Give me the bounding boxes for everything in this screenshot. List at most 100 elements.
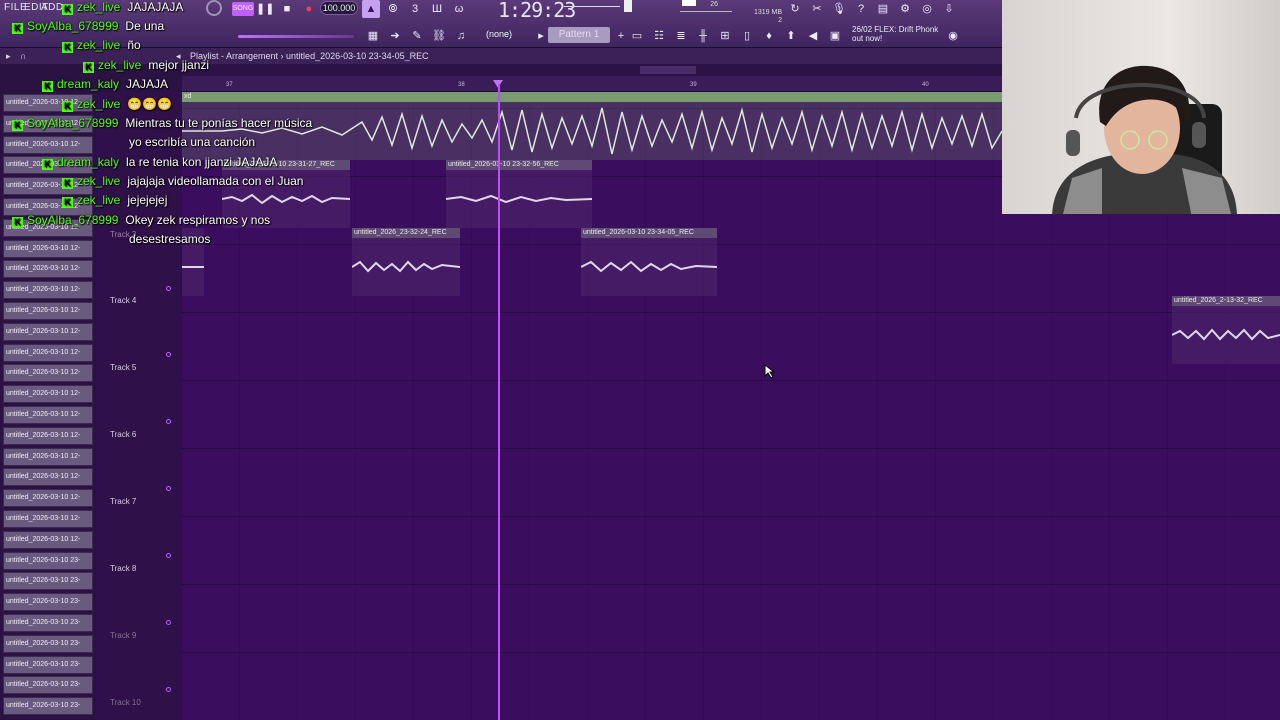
browser-file-item[interactable]: untitled_2026-03-10 12-	[3, 218, 93, 237]
track-mute-dot[interactable]	[166, 419, 171, 424]
speaker-icon[interactable]: ◀	[804, 27, 822, 45]
mixer-icon[interactable]: ≣	[672, 27, 690, 45]
news-ticker[interactable]: 26/02 FLEX: Drift Phonk out now!	[852, 25, 938, 43]
playlist-icon[interactable]: ▭	[628, 27, 646, 45]
typing-keyboard-icon[interactable]: ♫	[452, 27, 470, 45]
link-icon[interactable]: ⛓	[430, 27, 448, 45]
track-label[interactable]: Track 3	[110, 230, 136, 239]
window-options-icon[interactable]: ◂	[176, 48, 181, 64]
track-label[interactable]: Track 4	[110, 296, 136, 305]
pause-button[interactable]: ❚❚	[256, 0, 274, 18]
channel-rack-icon[interactable]: ☷	[650, 27, 668, 45]
song-mode-toggle[interactable]: SONG	[232, 2, 254, 16]
track-mute-dot[interactable]	[166, 553, 171, 558]
channel-target-select[interactable]: (none)	[486, 29, 512, 39]
audio-clip[interactable]: untitled_2026-03-10 23-34-05_REC	[581, 228, 717, 296]
chevron-right-icon[interactable]: ▸	[6, 48, 11, 64]
browser-file-item[interactable]: untitled_2026-03-10 12-	[3, 447, 93, 466]
track-label[interactable]: Track 5	[110, 363, 136, 372]
browser-file-item[interactable]: untitled_2026-03-10 12-	[3, 385, 93, 404]
audio-clip[interactable]	[182, 228, 204, 296]
browser-file-item[interactable]: untitled_2026-03-10 12-	[3, 468, 93, 487]
track-headers: Track 3 Track 4 Track 5 Track 6 Track 7 …	[104, 92, 180, 720]
audio-clip[interactable]: untitled_2026_23-32-24_REC	[352, 228, 460, 296]
bar-number: 39	[690, 82, 697, 88]
audio-clip[interactable]: xd	[182, 92, 1002, 160]
track-label[interactable]: Track 10	[110, 698, 141, 707]
main-volume-knob[interactable]	[206, 0, 222, 16]
track-label[interactable]: Track 6	[110, 430, 136, 439]
track-label[interactable]: Track 8	[110, 564, 136, 573]
browser-file-item[interactable]: untitled_2026-03-10 23-	[3, 593, 93, 612]
browser-file-item[interactable]: untitled_2026-03-10 12-	[3, 135, 93, 154]
menu-add[interactable]: ADD	[41, 2, 64, 13]
tempo-display[interactable]: 100.000	[320, 1, 358, 15]
step-edit-icon[interactable]: Ш	[428, 0, 446, 18]
shop-icon[interactable]: ▣	[826, 27, 844, 45]
browser-file-item[interactable]: untitled_2026-03-10 12-	[3, 260, 93, 279]
browser-file-item[interactable]: untitled_2026-03-10 23-	[3, 572, 93, 591]
audio-clip[interactable]: untitled_2026_2-13-32_REC	[1172, 296, 1280, 364]
save-icon[interactable]: ▤	[874, 0, 892, 18]
browser-file-item[interactable]: untitled_2026-03-10 12-	[3, 156, 93, 175]
pattern-selector[interactable]: Pattern 1	[548, 27, 610, 43]
help-icon[interactable]: ?	[852, 0, 870, 18]
pencil-icon[interactable]: ✎	[408, 27, 426, 45]
browser-file-item[interactable]: untitled_2026-03-10 12-	[3, 114, 93, 133]
track-mute-dot[interactable]	[166, 620, 171, 625]
track-mute-dot[interactable]	[166, 352, 171, 357]
download-icon[interactable]: ⇩	[940, 0, 958, 18]
track-mute-dot[interactable]	[166, 286, 171, 291]
faders-icon[interactable]: ╫	[694, 27, 712, 45]
piano-roll-icon[interactable]: ▦	[364, 27, 382, 45]
browser-file-item[interactable]: untitled_2026-03-10 12-	[3, 406, 93, 424]
pick-icon[interactable]: ⬆	[782, 27, 800, 45]
browser-file-item[interactable]: untitled_2026-03-10 23-	[3, 676, 93, 695]
song-position-display[interactable]: 1:29:23	[498, 0, 576, 22]
loop-record-icon[interactable]: ω	[450, 0, 468, 18]
browser-file-item[interactable]: untitled_2026-03-10 12-	[3, 239, 93, 258]
browser-file-item[interactable]: untitled_2026-03-10 23-	[3, 614, 93, 632]
scrollbar-thumb[interactable]	[640, 66, 696, 74]
browser-file-item[interactable]: untitled_2026-03-10 12-	[3, 177, 93, 196]
browser-file-item[interactable]: untitled_2026-03-10 12-	[3, 322, 93, 341]
browser-file-item[interactable]: untitled_2026-03-10 12-	[3, 343, 93, 362]
browser-file-item[interactable]: untitled_2026-03-10 23-	[3, 551, 93, 570]
browser-file-item[interactable]: untitled_2026-03-10 12-	[3, 426, 93, 445]
browser-file-item[interactable]: untitled_2026-03-10 12-	[3, 364, 93, 383]
track-label[interactable]: Track 9	[110, 631, 136, 640]
master-pitch-slider[interactable]	[238, 35, 354, 38]
magnet-icon[interactable]: ∩	[20, 48, 26, 64]
globe-icon[interactable]: ◉	[944, 27, 962, 45]
browser-file-item[interactable]: untitled_2026-03-10 23-	[3, 655, 93, 674]
browser-icon[interactable]: ⊞	[716, 27, 734, 45]
browser-file-item[interactable]: untitled_2026-03-10 12-	[3, 510, 93, 528]
browser-file-item[interactable]: untitled_2026-03-10 23-	[3, 634, 93, 653]
play-arrow-icon[interactable]: ➔	[386, 27, 404, 45]
record-button[interactable]: ●	[300, 0, 318, 18]
track-mute-dot[interactable]	[166, 486, 171, 491]
tools-icon[interactable]: ✂	[808, 0, 826, 18]
countdown-icon[interactable]: 3	[406, 0, 424, 18]
chat-icon[interactable]: ◎	[918, 0, 936, 18]
microphone-icon[interactable]: 🎙	[830, 0, 848, 18]
audio-clip[interactable]: untitled_2026-03-10 23-31-27_REC	[222, 160, 350, 228]
browser-file-item[interactable]: untitled_2026-03-10 12-	[3, 94, 93, 112]
browser-file-item[interactable]: untitled_2026-03-10 12-	[3, 198, 93, 216]
file-icon[interactable]: ▯	[738, 27, 756, 45]
browser-file-item[interactable]: untitled_2026-03-10 12-	[3, 281, 93, 300]
breadcrumb: Playlist - Arrangement › untitled_2026-0…	[190, 51, 429, 61]
browser-file-item[interactable]: untitled_2026-03-10 12-	[3, 302, 93, 320]
browser-file-item[interactable]: untitled_2026-03-10 12-	[3, 530, 93, 549]
undo-icon[interactable]: ↻	[786, 0, 804, 18]
wait-record-icon[interactable]: ⦾	[384, 0, 402, 18]
plugin-icon[interactable]: ⚙	[896, 0, 914, 18]
track-label[interactable]: Track 7	[110, 497, 136, 506]
browser-file-item[interactable]: untitled_2026-03-10 12-	[3, 489, 93, 508]
plugin-db-icon[interactable]: ♦	[760, 27, 778, 45]
stop-button[interactable]: ■	[278, 0, 296, 18]
browser-file-item[interactable]: untitled_2026-03-10 23-	[3, 697, 93, 716]
track-mute-dot[interactable]	[166, 687, 171, 692]
metronome-icon[interactable]: ▲	[362, 0, 380, 18]
audio-clip[interactable]: untitled_2026-03-10 23-32-56_REC	[446, 160, 592, 228]
